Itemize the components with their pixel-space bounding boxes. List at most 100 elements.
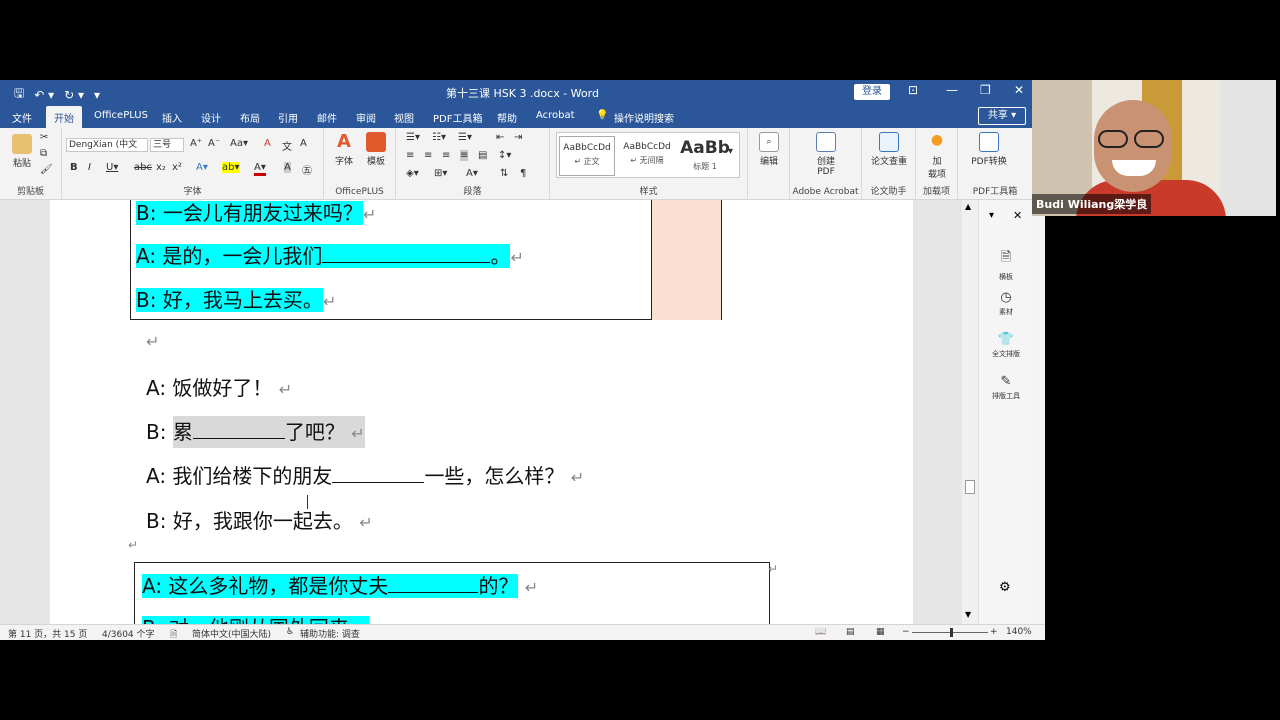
char-border-icon[interactable]: A (300, 138, 307, 149)
enclose-char-icon[interactable]: ㊄ (302, 162, 312, 177)
page-count[interactable]: 第 11 页，共 15 页 (8, 627, 87, 640)
settings-icon[interactable]: ⚙ (999, 580, 1011, 595)
zoom-in-icon[interactable]: + (990, 627, 998, 637)
officeplus-font-button[interactable]: A 字体 (330, 132, 358, 168)
word-count[interactable]: 4/3604 个字 (102, 627, 155, 640)
addins-button[interactable]: ● 加 载项 (922, 132, 952, 180)
side-item-material[interactable]: ◷ 素材 (979, 290, 1033, 317)
tab-pdf-toolbox[interactable]: PDF工具箱 (433, 110, 482, 125)
zoom-out-icon[interactable]: − (902, 627, 910, 637)
style-heading1[interactable]: AaBb 标题 1 (677, 136, 733, 176)
scroll-up-icon[interactable]: ▲ (965, 202, 971, 211)
pane-collapse-icon[interactable]: ▾ (989, 210, 994, 221)
tab-design[interactable]: 设计 (201, 110, 221, 125)
box1-line2: A: 是的，一会儿我们 。↵ (136, 240, 524, 269)
underline-icon[interactable]: U▾ (106, 162, 118, 173)
tab-insert[interactable]: 插入 (162, 110, 182, 125)
shading-icon[interactable]: ◈▾ (406, 168, 419, 179)
decrease-indent-icon[interactable]: ⇤ (496, 132, 504, 143)
phonetic-icon[interactable]: 文 (282, 138, 292, 153)
document-page[interactable]: B: 一会儿有朋友过来吗？↵ A: 是的，一会儿我们 。↵ B: 好，我马上去买。… (50, 200, 913, 624)
pdf-convert-button[interactable]: PDF转换 (964, 132, 1014, 167)
format-painter-icon[interactable]: 🖌 (40, 164, 53, 175)
tab-layout[interactable]: 布局 (240, 110, 260, 125)
accessibility-status[interactable]: 辅助功能: 调查 (300, 627, 360, 640)
align-center-icon[interactable]: ≡ (424, 150, 432, 161)
font-color-icon[interactable]: A▾ (254, 162, 266, 176)
thesis-check-button[interactable]: 论文查重 (866, 132, 912, 167)
multilevel-list-icon[interactable]: ☰▾ (458, 132, 472, 143)
ribbon-display-icon[interactable]: ⊡ (908, 83, 918, 97)
sort-icon[interactable]: ⇅ (500, 168, 508, 179)
read-mode-icon[interactable]: 📖 (815, 627, 826, 637)
tab-references[interactable]: 引用 (278, 110, 298, 125)
editing-button[interactable]: ⌕ 编辑 (756, 132, 782, 167)
distributed-icon[interactable]: ▤ (478, 150, 487, 161)
show-marks-icon[interactable]: ¶ (520, 168, 526, 179)
copy-icon[interactable]: ⧉ (40, 148, 47, 159)
side-item-horizontal[interactable]: 🗎 横板 (979, 248, 1033, 282)
tab-acrobat[interactable]: Acrobat (536, 110, 575, 121)
justify-icon[interactable]: ≡ (460, 150, 469, 161)
side-item-typesetting[interactable]: 👕 全文排版 (979, 332, 1033, 359)
web-layout-icon[interactable]: ▦ (876, 627, 885, 637)
align-right-icon[interactable]: ≡ (442, 150, 450, 161)
clear-format-icon[interactable]: A (264, 138, 271, 149)
customize-icon[interactable]: ▾ (94, 88, 100, 102)
style-normal[interactable]: AaBbCcDd ↵ 正文 (559, 136, 615, 176)
tab-home[interactable]: 开始 (46, 106, 82, 128)
pane-close-icon[interactable]: ✕ (1013, 209, 1022, 222)
font-family-select[interactable]: DengXian (中文 (66, 138, 148, 152)
close-icon[interactable]: ✕ (1014, 83, 1024, 97)
text-effects-icon[interactable]: A▾ (196, 162, 208, 173)
subscript-icon[interactable]: x₂ (156, 162, 166, 173)
tab-help[interactable]: 帮助 (497, 110, 517, 125)
create-pdf-button[interactable]: 创建 PDF (810, 132, 842, 177)
undo-icon[interactable]: ↶ ▾ (34, 88, 54, 102)
increase-indent-icon[interactable]: ⇥ (514, 132, 522, 143)
bullets-icon[interactable]: ☰▾ (406, 132, 420, 143)
tell-me-search[interactable]: 操作说明搜索 (614, 110, 674, 125)
print-layout-icon[interactable]: ▤ (846, 627, 855, 637)
share-button[interactable]: 共享 ▾ (978, 107, 1026, 125)
borders-icon[interactable]: ⊞▾ (434, 168, 447, 179)
tab-review[interactable]: 审阅 (356, 110, 376, 125)
proofing-icon[interactable]: 🗎 (170, 627, 177, 640)
style-no-spacing[interactable]: AaBbCcDd ↵ 无间隔 (619, 136, 675, 176)
side-item-tools[interactable]: ✎ 排版工具 (979, 374, 1033, 401)
template-button[interactable]: 模板 (362, 132, 390, 167)
vertical-scrollbar[interactable]: ▲ ▼ (962, 200, 978, 624)
scroll-thumb[interactable] (965, 480, 975, 494)
minimize-icon[interactable]: — (946, 83, 958, 97)
change-case-icon[interactable]: Aa▾ (230, 138, 248, 149)
tab-mailings[interactable]: 邮件 (317, 110, 337, 125)
styles-more-icon[interactable]: ▾ (728, 146, 733, 157)
shrink-font-icon[interactable]: A⁻ (208, 138, 220, 149)
grow-font-icon[interactable]: A⁺ (190, 138, 202, 149)
save-icon[interactable]: 🖫 (14, 84, 24, 105)
char-shading-icon[interactable]: A (284, 162, 291, 173)
zoom-level[interactable]: 140% (1006, 627, 1032, 637)
superscript-icon[interactable]: x² (172, 162, 182, 173)
scroll-down-icon[interactable]: ▼ (965, 610, 971, 619)
font-size-select[interactable]: 三号 (150, 138, 184, 152)
paste-button[interactable]: 粘贴 (8, 134, 36, 169)
tab-officeplus[interactable]: OfficePLUS (94, 110, 148, 121)
language[interactable]: 简体中文(中国大陆) (192, 627, 271, 640)
bold-icon[interactable]: B (70, 162, 78, 173)
chinese-layout-icon[interactable]: A▾ (466, 168, 478, 179)
cut-icon[interactable]: ✂ (40, 132, 48, 143)
align-left-icon[interactable]: ≡ (406, 150, 414, 161)
tab-file[interactable]: 文件 (12, 110, 32, 125)
highlight-icon[interactable]: ab▾ (222, 162, 240, 173)
login-button[interactable]: 登录 (854, 84, 890, 100)
numbering-icon[interactable]: ☷▾ (432, 132, 446, 143)
line-spacing-icon[interactable]: ↕▾ (498, 150, 511, 161)
strikethrough-icon[interactable]: abc (134, 162, 152, 173)
zoom-slider-thumb[interactable] (950, 628, 953, 637)
title-bar: 🖫 ↶ ▾ ↻ ▾ ▾ 第十三课 HSK 3 .docx - Word 登录 ⊡… (0, 80, 1032, 104)
italic-icon[interactable]: I (88, 162, 91, 173)
restore-icon[interactable]: ❐ (980, 83, 991, 97)
tab-view[interactable]: 视图 (394, 110, 414, 125)
redo-icon[interactable]: ↻ ▾ (64, 88, 84, 102)
